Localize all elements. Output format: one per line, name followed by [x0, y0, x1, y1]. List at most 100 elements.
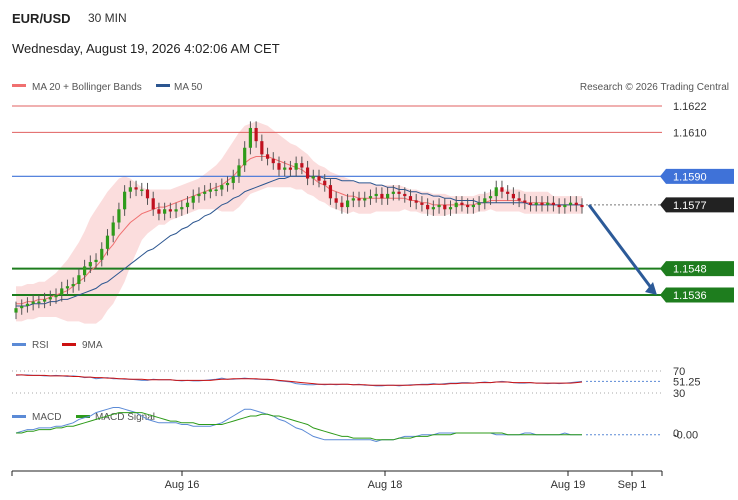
rsi-legend: RSI 9MA — [12, 340, 103, 351]
candle-body — [157, 209, 161, 214]
candle-body — [357, 198, 361, 201]
candle-body — [568, 202, 573, 205]
candle-body — [523, 200, 527, 203]
candle-body — [351, 198, 355, 201]
resistance-label: 1.1610 — [673, 127, 707, 139]
bollinger-bands — [16, 121, 582, 324]
candle-body — [54, 295, 58, 298]
candle-body — [391, 191, 395, 194]
x-tick-label: Sep 1 — [618, 479, 647, 491]
legend-9ma: 9MA — [82, 340, 103, 351]
candle-body — [254, 127, 258, 142]
candle-body — [386, 193, 390, 199]
candle-body — [31, 301, 35, 304]
rsi-panel: 703051.25 — [12, 366, 701, 400]
support-label: 1.1536 — [673, 290, 707, 302]
candle-body — [174, 209, 178, 212]
candle-body — [42, 299, 47, 302]
candle-body — [557, 204, 561, 208]
legend-swatch-rsi — [12, 343, 26, 346]
candle-body — [243, 147, 247, 166]
candle-body — [180, 207, 184, 210]
candle-body — [163, 209, 167, 214]
candle-body — [517, 198, 521, 201]
rsi-line — [15, 374, 583, 387]
candle-body — [380, 193, 384, 199]
candle-body — [540, 202, 544, 205]
candle-body — [265, 154, 270, 159]
candle-body — [483, 198, 487, 203]
pivot-label: 1.1590 — [673, 171, 707, 183]
candle-body — [145, 189, 150, 199]
candle-body — [248, 127, 253, 148]
legend-swatch-ma20 — [12, 84, 26, 87]
candle-body — [408, 196, 413, 201]
candle-body — [225, 182, 230, 186]
forecast-arrow — [587, 203, 654, 290]
candle-body — [448, 207, 453, 210]
candle-body — [323, 180, 327, 186]
candle-body — [528, 202, 533, 205]
candle-body — [283, 167, 287, 170]
x-tick-label: Aug 19 — [551, 479, 586, 491]
candle-body — [37, 301, 41, 304]
candle-body — [294, 163, 298, 170]
candle-body — [128, 187, 132, 192]
macd-panel: 0-0.00 — [15, 407, 698, 443]
candle-body — [363, 198, 367, 201]
x-tick-label: Aug 18 — [368, 479, 403, 491]
candle-body — [14, 308, 18, 313]
candle-body — [231, 176, 235, 183]
candle-body — [397, 191, 401, 194]
candle-body — [71, 284, 75, 287]
bollinger-band-fill — [16, 121, 582, 324]
x-axis: Aug 16 Aug 18 Aug 19 Sep 1 — [11, 470, 663, 491]
candle-body — [574, 202, 578, 205]
candle-body — [77, 275, 81, 285]
candle-body — [534, 202, 538, 205]
candle-body — [431, 207, 435, 210]
candle-body — [551, 202, 556, 205]
candle-body — [168, 209, 172, 212]
candle-body — [60, 288, 64, 295]
candle-body — [580, 204, 584, 208]
legend-ma20: MA 20 + Bollinger Bands — [32, 82, 142, 93]
candle-body — [214, 189, 218, 192]
legend-ma50: MA 50 — [174, 82, 203, 93]
candle-body — [288, 167, 293, 170]
candle-body — [197, 193, 201, 197]
candle-body — [123, 191, 127, 210]
candle-body — [94, 259, 98, 263]
candle-body — [111, 222, 115, 236]
candle-body — [271, 158, 275, 164]
legend-macd: MACD — [32, 412, 61, 423]
candle-body — [563, 204, 567, 208]
forecast — [587, 203, 657, 295]
macd-legend: MACD MACD Signal — [12, 412, 155, 423]
candle-body — [20, 305, 24, 309]
candle-body — [403, 193, 407, 197]
candle-body — [426, 204, 430, 210]
candle-body — [500, 187, 504, 192]
candle-body — [511, 193, 515, 199]
candle-body — [437, 204, 441, 208]
support-label: 1.1548 — [673, 264, 707, 276]
legend-swatch-macd — [12, 415, 26, 418]
candle-body — [311, 176, 315, 179]
candle-body — [546, 202, 550, 205]
candle-body — [151, 198, 155, 210]
candle-body — [506, 191, 510, 194]
rsi-last-label: 51.25 — [673, 376, 701, 388]
candle-body — [477, 202, 481, 205]
candle-body — [488, 196, 493, 199]
candle-body — [420, 202, 424, 205]
candle-body — [25, 303, 30, 306]
candle-body — [220, 185, 224, 190]
price-legend: MA 20 + Bollinger Bands MA 50 Research ©… — [12, 82, 729, 93]
candle-body — [305, 167, 310, 179]
candle-body — [328, 185, 333, 199]
price-tags: 1.1622 1.1610 1.1590 1.1577 1.1548 1.1536 — [660, 101, 734, 303]
candle-body — [345, 200, 350, 208]
resistance-label: 1.1622 — [673, 101, 707, 113]
candle-body — [65, 286, 70, 289]
